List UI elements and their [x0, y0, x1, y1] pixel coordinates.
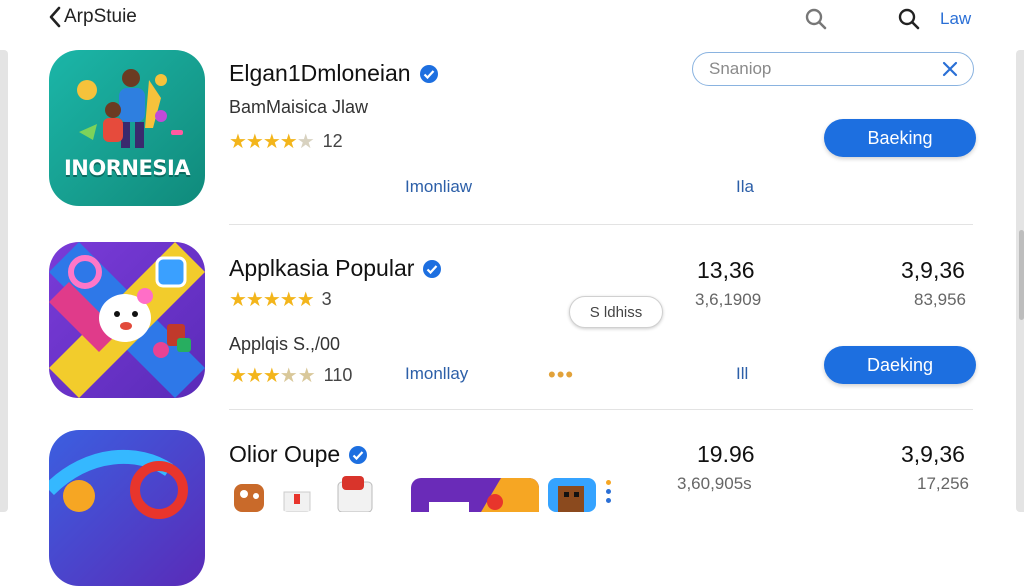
price-primary-sub: 3,60,905s — [677, 474, 752, 493]
app-icon-indonesia[interactable]: INORNESIA — [49, 50, 205, 206]
booking-button[interactable]: Baeking — [824, 119, 976, 157]
app-icon-olior[interactable] — [49, 430, 205, 586]
app-link[interactable]: Imonllay — [405, 364, 468, 384]
rating-stars: ★★★★★ 3 — [229, 287, 332, 312]
booking-button[interactable]: Daeking — [824, 346, 976, 384]
app-subtitle: Applqis S.,/00 — [229, 334, 341, 354]
back-label: ArpStuie — [64, 6, 137, 27]
app-artwork — [77, 69, 183, 148]
search-field[interactable]: Snaniop — [692, 52, 974, 86]
app-subtitle: BamMaisica Jlaw — [229, 97, 369, 117]
price-primary-sub: 3,6,1909 — [695, 290, 762, 309]
app-title[interactable]: Applkasia Popular — [229, 255, 442, 282]
scrollbar[interactable] — [1019, 230, 1024, 320]
price-primary: 13,36 — [697, 257, 755, 283]
rating-stars: ★★★★ ★ 12 — [229, 129, 343, 154]
verified-badge-icon — [349, 445, 368, 464]
top-bar: ArpStuie Law — [0, 0, 1024, 40]
screenshot-thumbnail[interactable] — [280, 490, 314, 512]
close-icon[interactable] — [941, 60, 959, 78]
filter-pill[interactable]: S ldhiss — [569, 296, 663, 328]
back-button[interactable]: ArpStuie — [48, 6, 137, 28]
screenshot-thumbnail[interactable] — [230, 478, 270, 512]
screenshot-thumbnail[interactable] — [330, 474, 380, 512]
search-placeholder: Snaniop — [709, 59, 772, 78]
app-title[interactable]: Elgan1Dmloneian — [229, 60, 439, 87]
price-primary: 19.96 — [697, 441, 755, 467]
app-link[interactable]: Imonliaw — [405, 177, 472, 197]
star-icon: ★★★ — [229, 365, 281, 387]
app-link-secondary[interactable]: Ill — [736, 364, 748, 384]
app-title-text: Elgan1Dmloneian — [229, 60, 411, 86]
app-artwork — [49, 449, 188, 519]
rating-count: 12 — [322, 131, 343, 151]
star-icon: ★★★★ — [229, 131, 298, 153]
rating-count: 3 — [321, 289, 332, 309]
app-title[interactable]: Olior Oupe — [229, 441, 368, 468]
app-artwork — [49, 242, 205, 398]
page-dots-icon — [606, 480, 611, 503]
more-dots-icon[interactable]: ••• — [548, 362, 574, 388]
price-secondary: 3,9,36 — [901, 257, 965, 283]
app-icon-text: INORNESIA — [63, 156, 191, 180]
price-secondary-sub: 17,256 — [917, 474, 969, 493]
divider — [229, 409, 973, 410]
app-icon-popular[interactable] — [49, 242, 205, 398]
star-icon: ★★★★★ — [229, 289, 315, 311]
search-icon[interactable] — [897, 7, 921, 36]
star-empty-icon: ★ — [296, 131, 315, 153]
app-link-secondary[interactable]: Ila — [736, 177, 754, 197]
verified-badge-icon — [423, 259, 442, 278]
star-empty-icon: ★ — [297, 365, 316, 387]
price-secondary: 3,9,36 — [901, 441, 965, 467]
rating-count: 110 — [323, 365, 353, 385]
left-frame-edge — [0, 50, 8, 512]
star-half-icon: ★ — [279, 365, 298, 387]
screenshot-thumbnail[interactable] — [548, 478, 596, 512]
app-title-text: Olior Oupe — [229, 441, 341, 467]
verified-badge-icon — [419, 64, 438, 83]
search-icon[interactable] — [804, 7, 828, 36]
divider — [229, 224, 973, 225]
app-title-text: Applkasia Popular — [229, 255, 415, 281]
rating-stars-secondary: ★★★ ★ ★ 110 — [229, 363, 352, 388]
screenshot-thumbnail[interactable] — [411, 478, 539, 512]
price-secondary-sub: 83,956 — [914, 290, 966, 309]
top-link[interactable]: Law — [940, 9, 971, 29]
chevron-left-icon — [49, 6, 61, 28]
